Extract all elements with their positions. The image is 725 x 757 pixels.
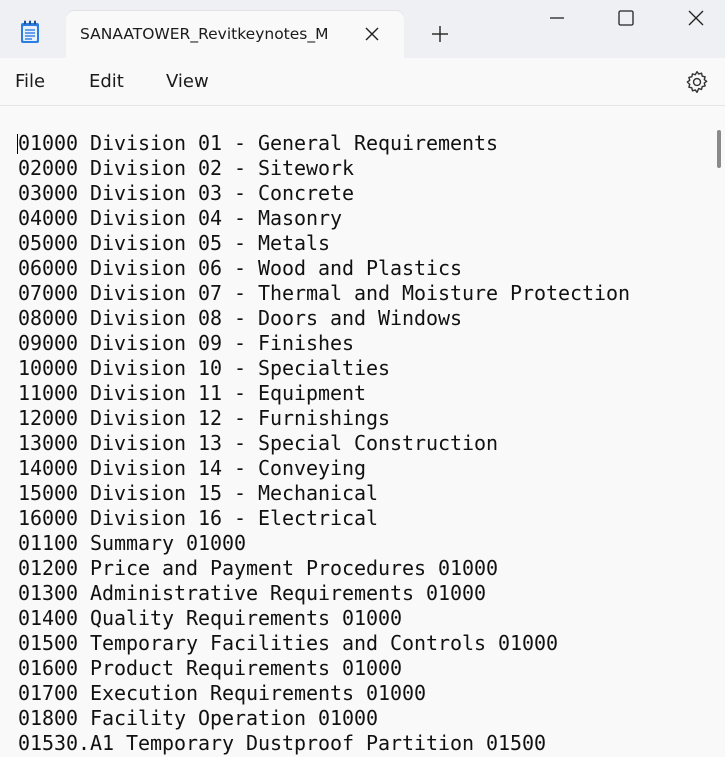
text-line: 10000 Division 10 - Specialties (18, 356, 391, 380)
notepad-icon (21, 20, 39, 43)
text-line: 03000 Division 03 - Concrete (18, 181, 355, 205)
notepad-window: SANAATOWER_Revitkeynotes_M File Edit Vie… (0, 0, 725, 757)
text-line: 09000 Division 09 - Finishes (18, 331, 355, 355)
maximize-icon[interactable] (614, 6, 638, 30)
text-line: 12000 Division 12 - Furnishings (18, 406, 391, 430)
gear-icon[interactable] (684, 69, 710, 95)
text-line: 01100 Summary 01000 (18, 531, 247, 555)
text-line: 01800 Facility Operation 01000 (18, 706, 379, 730)
text-line: 02000 Division 02 - Sitework (18, 156, 355, 180)
menu-bar: File Edit View (0, 58, 725, 106)
menu-view[interactable]: View (166, 70, 209, 94)
vertical-scrollbar[interactable] (717, 130, 721, 168)
menu-file[interactable]: File (15, 70, 45, 94)
text-editor[interactable]: 01000 Division 01 - General Requirements… (0, 106, 725, 757)
plus-icon[interactable] (428, 22, 452, 46)
text-line: 01700 Execution Requirements 01000 (18, 681, 427, 705)
text-line: 01200 Price and Payment Procedures 01000 (18, 556, 499, 580)
text-line: 01300 Administrative Requirements 01000 (18, 581, 487, 605)
text-line: 13000 Division 13 - Special Construction (18, 431, 499, 455)
text-line: 05000 Division 05 - Metals (18, 231, 331, 255)
text-line: 01400 Quality Requirements 01000 (18, 606, 403, 630)
text-line: 08000 Division 08 - Doors and Windows (18, 306, 463, 330)
text-line: 01530.A1 Temporary Dustproof Partition 0… (18, 731, 547, 755)
close-icon[interactable] (362, 24, 382, 44)
text-line: 07000 Division 07 - Thermal and Moisture… (18, 281, 631, 305)
editor-lines: 01000 Division 01 - General Requirements… (18, 131, 708, 756)
text-line: 16000 Division 16 - Electrical (18, 506, 379, 530)
text-line: 11000 Division 11 - Equipment (18, 381, 367, 405)
document-tab[interactable]: SANAATOWER_Revitkeynotes_M (66, 11, 404, 58)
tab-title: SANAATOWER_Revitkeynotes_M (80, 25, 329, 43)
title-bar[interactable]: SANAATOWER_Revitkeynotes_M (0, 0, 725, 58)
text-line: 06000 Division 06 - Wood and Plastics (18, 256, 463, 280)
text-line: 04000 Division 04 - Masonry (18, 206, 343, 230)
text-line: 01000 Division 01 - General Requirements (18, 131, 499, 155)
text-line: 01600 Product Requirements 01000 (18, 656, 403, 680)
text-line: 01500 Temporary Facilities and Controls … (18, 631, 559, 655)
text-line: 15000 Division 15 - Mechanical (18, 481, 379, 505)
close-icon[interactable] (684, 6, 708, 30)
text-line: 14000 Division 14 - Conveying (18, 456, 367, 480)
menu-edit[interactable]: Edit (89, 70, 124, 94)
minimize-icon[interactable] (545, 6, 569, 30)
